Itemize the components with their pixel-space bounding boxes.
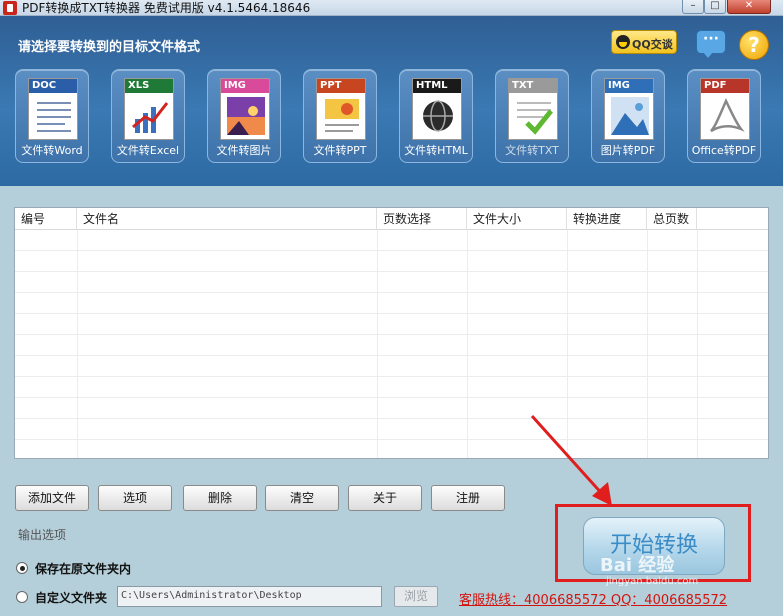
word-doc-icon: DOC <box>28 78 78 140</box>
tool-to-html[interactable]: HTML 文件转HTML <box>399 69 473 163</box>
table-row <box>15 335 768 356</box>
tool-tag: XLS <box>125 79 173 93</box>
photo-landscape-icon <box>227 97 265 135</box>
tool-to-txt[interactable]: TXT 文件转TXT <box>495 69 569 163</box>
table-row <box>15 230 768 251</box>
header-title: 请选择要转换到的目标文件格式 <box>18 40 201 55</box>
tool-tag: PPT <box>317 79 365 93</box>
minimize-button[interactable]: – <box>682 0 704 14</box>
slide-icon <box>325 99 359 132</box>
window-title: PDF转换成TXT转换器 免费试用版 v4.1.5464.18646 <box>22 1 311 15</box>
html-doc-icon: HTML <box>412 78 462 140</box>
custom-folder-label[interactable]: 自定义文件夹 <box>35 589 107 606</box>
file-table[interactable]: 编号 文件名 页数选择 文件大小 转换进度 总页数 <box>14 207 769 459</box>
baidu-watermark-url: jingyan.baidu.com <box>606 576 699 587</box>
tool-label: 文件转Word <box>21 144 83 157</box>
tool-tag: IMG <box>605 79 653 93</box>
tool-tag: IMG <box>221 79 269 93</box>
output-options-title: 输出选项 <box>18 528 67 542</box>
tool-to-ppt[interactable]: PPT 文件转PPT <box>303 69 377 163</box>
tool-label: 文件转HTML <box>404 144 468 157</box>
ppt-doc-icon: PPT <box>316 78 366 140</box>
globe-icon <box>423 100 453 132</box>
table-row <box>15 272 768 293</box>
table-row <box>15 314 768 335</box>
tool-tag: TXT <box>509 79 557 93</box>
table-row <box>15 377 768 398</box>
chat-bubble-icon[interactable] <box>696 30 726 58</box>
mountain-picture-icon <box>611 97 649 135</box>
help-icon[interactable]: ? <box>739 30 769 60</box>
column-header[interactable]: 文件名 <box>77 208 377 230</box>
tool-tag: HTML <box>413 79 461 93</box>
tool-label: 文件转Excel <box>116 144 180 157</box>
document-lines-icon <box>37 102 71 132</box>
tool-to-excel[interactable]: XLS 文件转Excel <box>111 69 185 163</box>
save-original-label[interactable]: 保存在原文件夹内 <box>35 560 131 577</box>
close-button[interactable]: ✕ <box>727 0 771 14</box>
annotation-arrow-icon <box>530 414 612 506</box>
tool-office-to-pdf[interactable]: PDF Office转PDF <box>687 69 761 163</box>
column-header[interactable]: 文件大小 <box>467 208 567 230</box>
register-button[interactable]: 注册 <box>431 485 505 511</box>
image-doc-icon: IMG <box>220 78 270 140</box>
tool-to-word[interactable]: DOC 文件转Word <box>15 69 89 163</box>
table-header: 编号 文件名 页数选择 文件大小 转换进度 总页数 <box>15 208 768 230</box>
tool-label: Office转PDF <box>691 144 757 157</box>
add-file-button[interactable]: 添加文件 <box>15 485 89 511</box>
table-row <box>15 398 768 419</box>
delete-button[interactable]: 删除 <box>183 485 257 511</box>
acrobat-icon <box>710 98 745 133</box>
custom-folder-radio[interactable] <box>16 591 28 603</box>
table-row <box>15 419 768 440</box>
qq-chat-label: QQ交谈 <box>632 38 673 51</box>
column-header[interactable]: 页数选择 <box>377 208 467 230</box>
save-original-radio[interactable] <box>16 562 28 574</box>
column-header[interactable]: 总页数 <box>647 208 697 230</box>
service-hotline-link[interactable]: 客服热线：4006685572 QQ：4006685572 <box>459 589 727 608</box>
table-row <box>15 356 768 377</box>
tool-tag: DOC <box>29 79 77 93</box>
checkmark-icon <box>517 102 553 135</box>
table-row <box>15 293 768 314</box>
tool-label: 文件转PPT <box>313 144 367 157</box>
options-button[interactable]: 选项 <box>98 485 172 511</box>
txt-doc-icon: TXT <box>508 78 558 140</box>
qq-penguin-icon <box>616 35 630 49</box>
title-bar: PDF转换成TXT转换器 免费试用版 v4.1.5464.18646 – □ ✕ <box>0 0 783 16</box>
table-row <box>15 251 768 272</box>
output-path-field[interactable]: C:\Users\Administrator\Desktop <box>117 586 382 607</box>
browse-button[interactable]: 浏览 <box>394 586 438 607</box>
column-header[interactable]: 转换进度 <box>567 208 647 230</box>
tool-to-image[interactable]: IMG 文件转图片 <box>207 69 281 163</box>
app-icon <box>3 1 17 15</box>
tool-image-to-pdf[interactable]: IMG 图片转PDF <box>591 69 665 163</box>
image-pdf-doc-icon: IMG <box>604 78 654 140</box>
qq-chat-button[interactable]: QQ交谈 <box>611 30 677 54</box>
tool-label: 文件转TXT <box>505 144 559 157</box>
tool-label: 文件转图片 <box>216 144 272 157</box>
maximize-button[interactable]: □ <box>704 0 726 14</box>
column-header[interactable]: 编号 <box>15 208 77 230</box>
clear-button[interactable]: 清空 <box>265 485 339 511</box>
office-pdf-doc-icon: PDF <box>700 78 750 140</box>
excel-doc-icon: XLS <box>124 78 174 140</box>
tool-tag: PDF <box>701 79 749 93</box>
chart-trend-icon <box>132 102 169 133</box>
tool-label: 图片转PDF <box>600 144 656 157</box>
baidu-watermark: Bai 经验 <box>600 555 675 576</box>
about-button[interactable]: 关于 <box>348 485 422 511</box>
format-header: 请选择要转换到的目标文件格式 QQ交谈 ? DOC 文件转Word XLS 文件… <box>0 16 783 186</box>
